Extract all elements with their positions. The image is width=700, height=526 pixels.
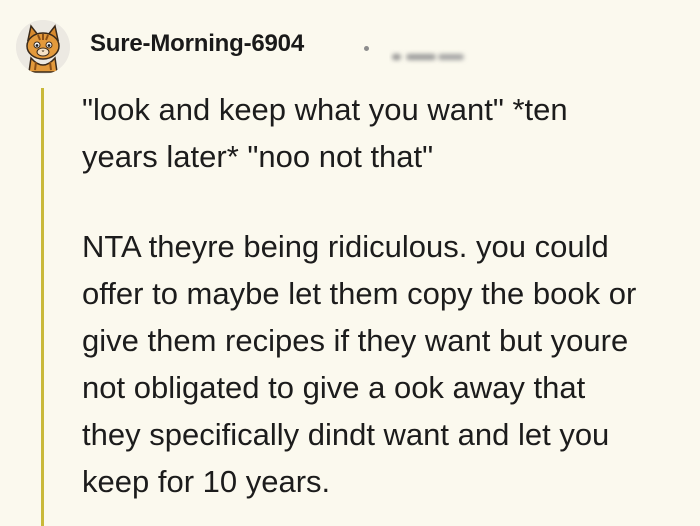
- blurred-metadata: [388, 45, 470, 69]
- thread-line[interactable]: [41, 88, 44, 526]
- cat-avatar-icon: [16, 20, 70, 74]
- comment: Sure-Morning-6904 "look and keep what yo…: [0, 0, 700, 526]
- meta-separator-dot: [364, 46, 369, 51]
- comment-paragraph: NTA theyre being ridiculous. you could o…: [82, 229, 637, 499]
- comment-body: "look and keep what you want" *ten years…: [82, 86, 692, 505]
- username-link[interactable]: Sure-Morning-6904: [90, 30, 304, 58]
- blurred-timestamp-icon: [392, 54, 464, 60]
- user-avatar[interactable]: [16, 20, 70, 74]
- comment-paragraph: "look and keep what you want" *ten years…: [82, 92, 568, 174]
